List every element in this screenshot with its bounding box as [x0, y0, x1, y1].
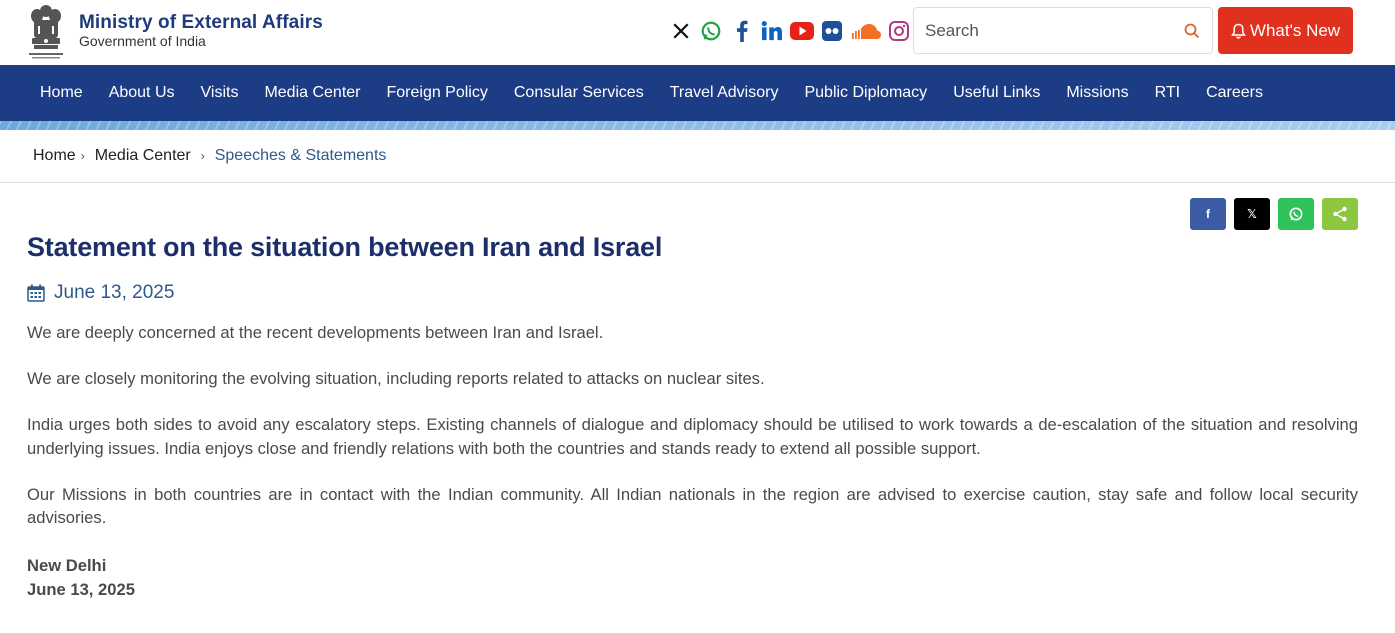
article-paragraph: Our Missions in both countries are in co… — [27, 484, 1358, 528]
linkedin-icon[interactable] — [759, 18, 785, 44]
nav-item-useful-links[interactable]: Useful Links — [940, 84, 1053, 102]
breadcrumb-separator-icon: › — [80, 149, 85, 163]
national-emblem-logo[interactable] — [26, 2, 66, 62]
flickr-icon[interactable] — [819, 18, 845, 44]
article-paragraph: India urges both sides to avoid any esca… — [27, 415, 1358, 458]
breadcrumb: Home › Media Center › Speeches & Stateme… — [0, 130, 1395, 183]
youtube-icon[interactable] — [789, 18, 815, 44]
decorative-banner-strip — [0, 121, 1395, 130]
article-body: We are deeply concerned at the recent de… — [27, 321, 1358, 552]
article-paragraph: We are closely monitoring the evolving s… — [27, 369, 765, 388]
nav-item-home[interactable]: Home — [27, 84, 96, 102]
search-button[interactable] — [1172, 8, 1212, 53]
nav-item-foreign-policy[interactable]: Foreign Policy — [373, 84, 500, 102]
whats-new-label: What's New — [1249, 20, 1341, 40]
share-buttons: f 𝕏 — [1190, 198, 1366, 230]
article-signature: New Delhi June 13, 2025 — [27, 554, 135, 601]
instagram-icon[interactable] — [886, 18, 912, 44]
nav-item-public-diplomacy[interactable]: Public Diplomacy — [791, 84, 940, 102]
article-date: June 13, 2025 — [27, 282, 174, 304]
signature-place: New Delhi — [27, 556, 107, 575]
site-header: Ministry of External Affairs Government … — [0, 0, 1395, 65]
nav-item-about-us[interactable]: About Us — [96, 84, 188, 102]
calendar-icon — [27, 284, 45, 302]
breadcrumb-media-center[interactable]: Media Center — [95, 147, 191, 165]
x-icon: 𝕏 — [1247, 207, 1257, 221]
search-input[interactable] — [914, 8, 1172, 53]
nav-item-rti[interactable]: RTI — [1142, 84, 1193, 102]
whatsapp-icon[interactable] — [698, 18, 724, 44]
site-subtitle: Government of India — [79, 33, 206, 49]
nav-item-careers[interactable]: Careers — [1193, 84, 1276, 102]
article-date-text: June 13, 2025 — [54, 282, 175, 303]
search-icon — [1184, 23, 1200, 38]
share-icon — [1333, 206, 1347, 222]
site-title[interactable]: Ministry of External Affairs — [79, 12, 323, 34]
breadcrumb-separator-icon: › — [200, 149, 205, 163]
article-title: Statement on the situation between Iran … — [27, 232, 663, 262]
share-x-button[interactable]: 𝕏 — [1234, 198, 1270, 230]
share-facebook-button[interactable]: f — [1190, 198, 1226, 230]
social-links — [668, 18, 916, 44]
nav-item-travel-advisory[interactable]: Travel Advisory — [657, 84, 792, 102]
facebook-icon: f — [1206, 207, 1210, 221]
bell-icon — [1231, 23, 1246, 39]
nav-item-media-center[interactable]: Media Center — [251, 84, 373, 102]
share-whatsapp-button[interactable] — [1278, 198, 1314, 230]
breadcrumb-home[interactable]: Home — [33, 147, 76, 165]
whatsapp-icon — [1289, 207, 1303, 221]
share-more-button[interactable] — [1322, 198, 1358, 230]
main-navigation: Home About Us Visits Media Center Foreig… — [0, 65, 1395, 121]
signature-date: June 13, 2025 — [27, 579, 135, 599]
breadcrumb-current[interactable]: Speeches & Statements — [215, 147, 387, 165]
facebook-icon[interactable] — [729, 18, 755, 44]
soundcloud-icon[interactable] — [850, 18, 882, 44]
nav-item-missions[interactable]: Missions — [1053, 84, 1141, 102]
x-icon[interactable] — [668, 18, 694, 44]
article-paragraph: We are deeply concerned at the recent de… — [27, 323, 604, 342]
search-box — [913, 7, 1213, 54]
nav-item-consular-services[interactable]: Consular Services — [501, 84, 657, 102]
nav-item-visits[interactable]: Visits — [188, 84, 252, 102]
whats-new-button[interactable]: What's New — [1218, 7, 1353, 54]
